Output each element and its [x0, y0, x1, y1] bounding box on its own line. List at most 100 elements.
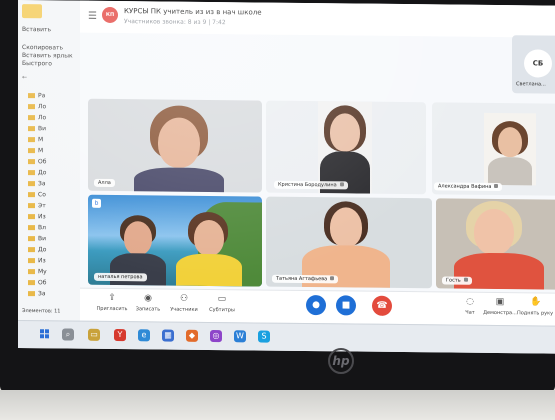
folder-item[interactable]: Из — [28, 213, 46, 220]
back-arrow-icon[interactable]: ← — [22, 74, 27, 81]
folder-icon — [28, 115, 35, 121]
folder-label: До — [38, 246, 47, 254]
screen-share-button[interactable]: ▣ Демонстра... — [480, 297, 520, 316]
folder-label: Об — [38, 158, 47, 166]
items-count: Элементов: 11 — [22, 308, 61, 315]
folder-icon — [28, 258, 35, 264]
search-icon[interactable]: ⌕ — [62, 328, 74, 341]
folder-item[interactable]: М — [28, 147, 43, 154]
folder-icon — [28, 203, 35, 209]
call-title: КУРСЫ ПК учитель из из в нач школе — [124, 7, 262, 17]
folder-item[interactable]: Со — [28, 191, 46, 198]
raise-hand-label: Поднять руку — [516, 310, 554, 317]
folder-item[interactable]: Вл — [28, 224, 46, 231]
participant-name: Александра Вафина — [434, 182, 503, 192]
paste-shortcut-label[interactable]: Вставить ярлык — [22, 52, 73, 60]
folder-icon — [28, 291, 35, 297]
shoulders — [134, 167, 224, 193]
windows-start-icon[interactable] — [40, 329, 50, 339]
participants-label: Участники — [170, 306, 198, 313]
folder-item[interactable]: Эт — [28, 202, 46, 209]
folder-item[interactable]: Об — [28, 158, 46, 165]
folder-item[interactable]: Об — [28, 279, 46, 286]
store-icon[interactable]: ▦ — [162, 329, 174, 342]
laptop-bezel: Вставить Скопировать Вставить ярлык Быст… — [0, 0, 555, 392]
photo: Вставить Скопировать Вставить ярлык Быст… — [0, 0, 555, 420]
edge-icon[interactable]: e — [138, 329, 150, 342]
chat-label: Чат — [465, 309, 475, 316]
subtitles-button[interactable]: ▭ Субтитры — [202, 294, 242, 313]
mic-off-icon — [339, 182, 344, 187]
shoulders — [488, 156, 532, 186]
folder-label: Ло — [38, 114, 47, 122]
folder-icon — [28, 247, 35, 253]
self-name: Светлана... — [516, 81, 546, 88]
face — [498, 127, 522, 158]
mic-off-icon — [330, 276, 335, 281]
folder-item[interactable]: Ло — [28, 114, 46, 121]
video-tile-aleksandra[interactable]: Александра Вафина — [432, 102, 555, 196]
camera-icon: ■ — [341, 300, 351, 311]
quick-access-label[interactable]: Быстрого — [22, 60, 52, 67]
participant-name: Алла — [94, 178, 115, 188]
face — [158, 117, 200, 168]
folder-item[interactable]: Ви — [28, 235, 46, 242]
participants-button[interactable]: ⚇ Участники — [164, 294, 204, 313]
app-icon[interactable]: ◆ — [186, 329, 198, 342]
call-header: ☰ КП КУРСЫ ПК учитель из из в нач школе … — [80, 0, 555, 38]
record-label: Записать — [135, 306, 161, 313]
invite-button[interactable]: ⇪ Пригласить — [92, 293, 132, 312]
word-icon[interactable]: W — [234, 330, 246, 343]
menu-icon[interactable]: ☰ — [88, 11, 97, 22]
skype-icon[interactable]: S — [258, 330, 270, 343]
folder-item[interactable]: За — [28, 290, 46, 297]
folder-item[interactable]: За — [28, 180, 46, 187]
folder-label: Ви — [38, 125, 47, 133]
folder-icon — [28, 126, 35, 132]
folder-icon — [28, 214, 35, 220]
microphone-button[interactable]: ● — [306, 295, 326, 316]
call-subtitle: Участников звонка: 8 из 9 | 7:42 — [124, 18, 226, 27]
laptop-base — [0, 390, 555, 420]
people-icon: ⚇ — [179, 293, 189, 304]
video-tile-alla[interactable]: Алла — [88, 98, 262, 193]
video-tile-tatiana[interactable]: Татьяна Агтафьева — [266, 196, 432, 289]
self-view-tile[interactable]: СБ Светлана... — [512, 35, 555, 94]
video-tile-natalia[interactable]: b наталья петрова — [88, 194, 262, 287]
video-tile-guest[interactable]: Гость — [436, 198, 555, 290]
folder-item[interactable]: Из — [28, 257, 46, 264]
self-avatar: СБ — [524, 49, 552, 78]
copy-path-label[interactable]: Скопировать — [22, 44, 63, 51]
folder-item[interactable]: Му — [28, 268, 47, 275]
folder-label: Вл — [38, 224, 46, 232]
subtitles-icon: ▭ — [217, 294, 227, 305]
face — [194, 219, 224, 257]
folder-icon — [28, 93, 35, 99]
vk-calls-icon[interactable]: ◎ — [210, 330, 222, 343]
hang-up-button[interactable]: ☎ — [372, 295, 392, 316]
folder-label: М — [38, 136, 44, 144]
file-explorer-icon[interactable]: ▭ — [88, 328, 100, 341]
folder-item[interactable]: До — [28, 246, 46, 253]
yandex-browser-icon[interactable]: Y — [114, 329, 126, 342]
camera-button[interactable]: ■ — [336, 295, 356, 316]
participant-name: Кристина Бородулина — [274, 180, 348, 190]
folder-item[interactable]: Ви — [28, 125, 46, 132]
paste-label[interactable]: Вставить — [22, 26, 51, 33]
folder-item[interactable]: Ло — [28, 103, 46, 110]
face — [330, 113, 360, 152]
face — [474, 208, 514, 256]
video-tile-kristina[interactable]: Кристина Бородулина — [266, 100, 426, 195]
participant-name: Татьяна Агтафьева — [272, 274, 339, 284]
record-icon: ◉ — [144, 293, 152, 304]
raise-hand-button[interactable]: ✋ Поднять руку — [516, 297, 554, 316]
folder-item[interactable]: До — [28, 169, 46, 176]
record-button[interactable]: ◉ Записать — [128, 293, 168, 312]
folder-item[interactable]: Ра — [28, 92, 45, 99]
folder-label: До — [38, 169, 47, 177]
mic-off-icon — [494, 183, 499, 189]
folder-icon — [28, 192, 35, 198]
folder-item[interactable]: М — [28, 136, 43, 143]
folder-label: За — [38, 290, 46, 298]
share-icon: ⇪ — [108, 292, 116, 304]
